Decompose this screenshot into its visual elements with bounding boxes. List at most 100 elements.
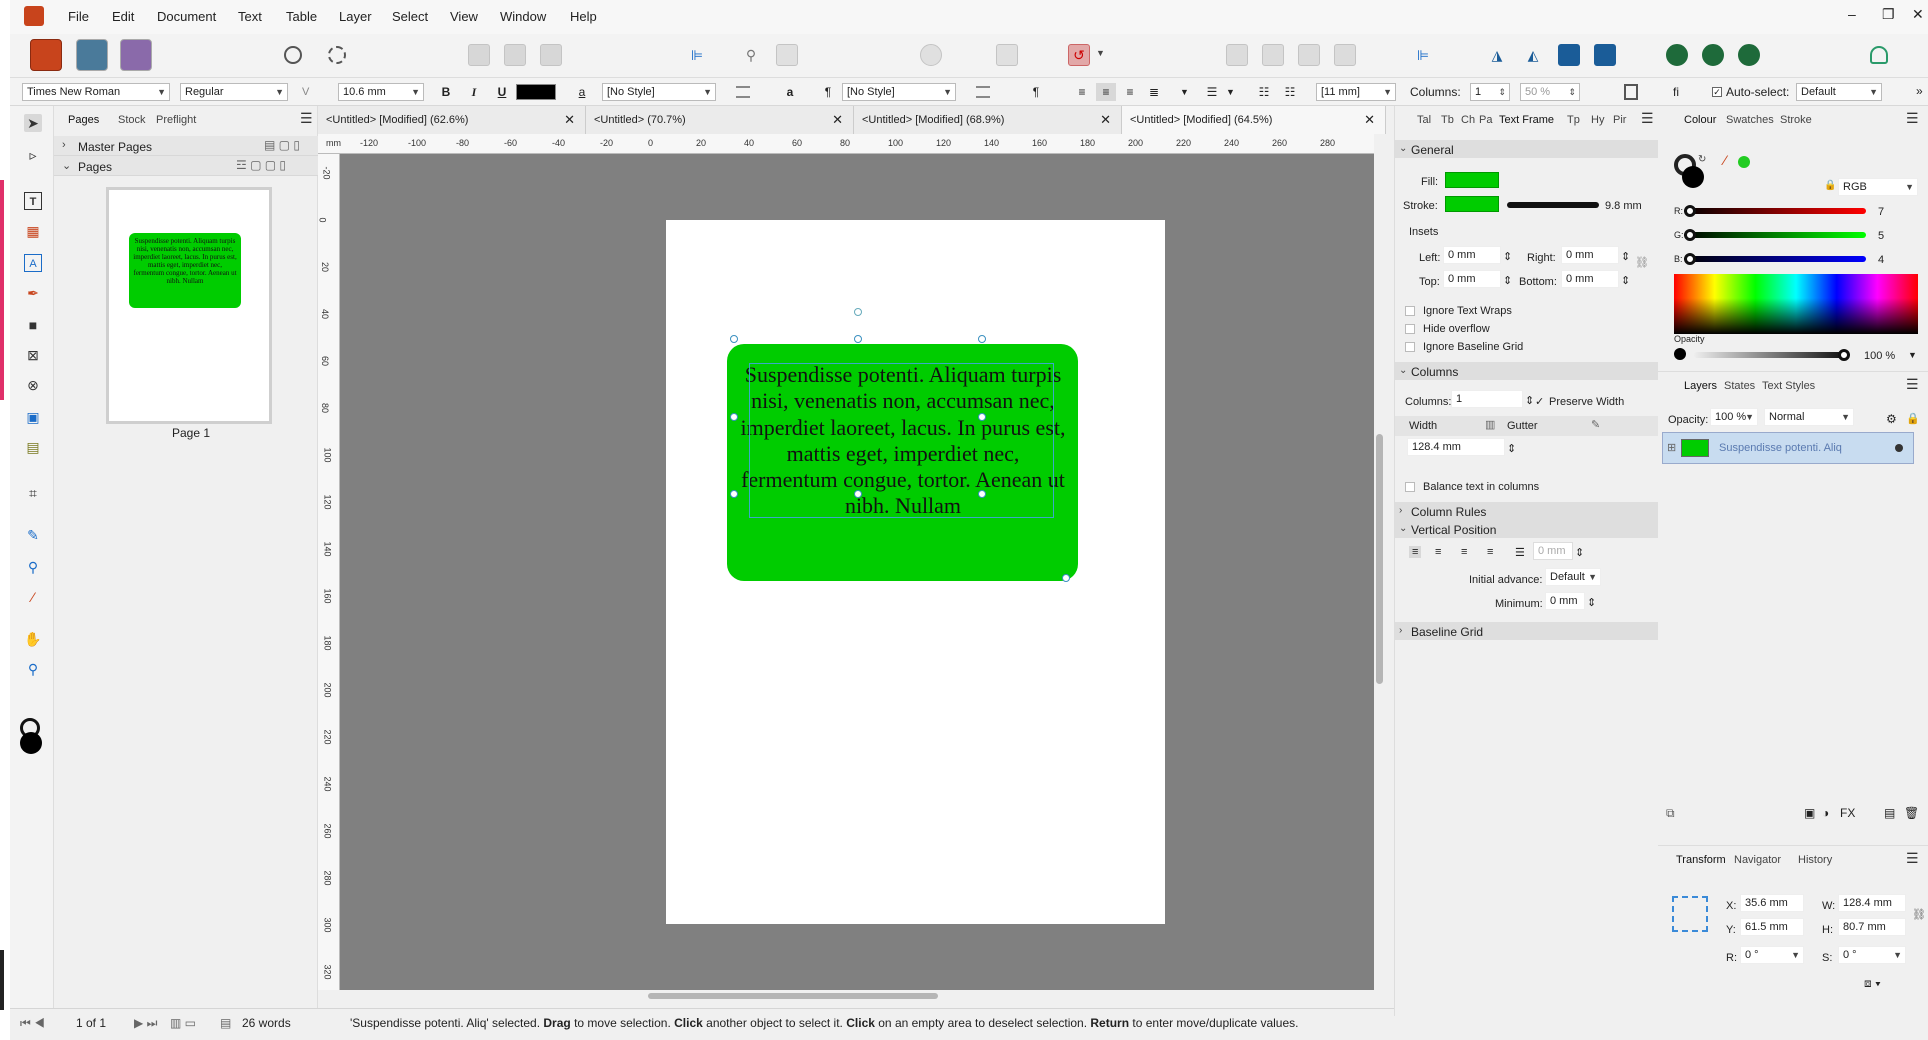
font-style-select[interactable]: Regular ▼ [180, 83, 288, 101]
tab-stroke[interactable]: Stroke [1780, 114, 1812, 126]
user-account-icon[interactable] [1870, 46, 1888, 64]
font-family-select[interactable]: Times New Roman ▼ [22, 83, 170, 101]
fill-colour-well[interactable] [1682, 166, 1704, 188]
layer-name[interactable]: Suspendisse potenti. Aliq [1719, 442, 1842, 454]
menu-table[interactable]: Table [286, 9, 317, 24]
photo-persona-icon[interactable] [120, 39, 152, 71]
leading-select[interactable]: [11 mm] ▼ [1316, 83, 1396, 101]
align-left-icon[interactable]: ⊫ [686, 44, 708, 66]
r-value[interactable]: 7 [1878, 206, 1884, 218]
handle-bottom-left[interactable] [730, 490, 738, 498]
panel-menu-icon[interactable]: ☰ [1641, 110, 1654, 127]
tab-colour[interactable]: Colour [1684, 114, 1716, 126]
bold-button[interactable]: B [436, 83, 456, 101]
y-field[interactable]: 61.5 mm [1740, 918, 1804, 936]
fill-swatch-icon[interactable] [20, 732, 42, 754]
opacity-slider[interactable] [1694, 352, 1844, 358]
page-thumbnail[interactable]: Suspendisse potenti. Aliquam turpis nisi… [106, 187, 272, 424]
panel-menu-icon[interactable]: ☰ [1906, 110, 1919, 127]
menu-layer[interactable]: Layer [339, 9, 372, 24]
red-slider[interactable] [1684, 208, 1866, 214]
tab-layers[interactable]: Layers [1684, 380, 1717, 392]
lock-icon[interactable]: 🔒 [1824, 180, 1836, 191]
expand-layer-icon[interactable]: ⊞ [1667, 441, 1676, 454]
stroke-width-slider[interactable] [1507, 202, 1599, 208]
handle-mid-right[interactable] [978, 413, 986, 421]
hand-tool-icon[interactable]: ✋ [24, 630, 42, 648]
align-middle-icon[interactable]: ≡ [1435, 546, 1441, 558]
stepper-icon[interactable]: ⇕ [1621, 250, 1630, 263]
arrange-backward-icon[interactable] [1262, 44, 1284, 66]
tab-hy[interactable]: Hy [1591, 114, 1604, 126]
hide-overflow-checkbox[interactable] [1405, 324, 1415, 334]
stepper-icon[interactable]: ⇕ [1525, 394, 1534, 407]
stepper-icon[interactable]: ⇕ [1575, 546, 1584, 559]
minimize-button[interactable]: – [1848, 6, 1856, 22]
panel-menu-icon[interactable]: ☰ [1906, 376, 1919, 393]
boolean-intersect-icon[interactable] [1738, 44, 1760, 66]
auto-select-checkbox[interactable]: ✓ [1712, 87, 1722, 97]
text-wrap-icon[interactable] [776, 44, 798, 66]
tab-tal[interactable]: Tal [1417, 114, 1431, 126]
ignore-text-wraps-checkbox[interactable] [1405, 306, 1415, 316]
arrange-back-icon[interactable] [1226, 44, 1248, 66]
layer-visibility-dot[interactable] [1895, 444, 1903, 452]
layer-opacity-select[interactable]: 100 % ▼ [1710, 408, 1758, 426]
ignore-baseline-grid-checkbox[interactable] [1405, 342, 1415, 352]
frame-text-tool-icon[interactable]: T [24, 192, 42, 210]
stepper-icon[interactable]: ⇕ [1503, 274, 1512, 287]
master-page-icons[interactable]: ▤ ▢ ▯ [264, 138, 300, 152]
vertical-align-icon[interactable]: ☰ [1202, 83, 1222, 101]
colour-picker-icon[interactable]: ⁄ [1724, 152, 1726, 168]
justify-text-icon[interactable]: ≣ [1144, 83, 1164, 101]
align-center-text-icon[interactable]: ≡ [1096, 83, 1116, 101]
link-frames-icon[interactable]: ↺ [1068, 44, 1090, 66]
stepper-icon[interactable]: ⇕ [1503, 250, 1512, 263]
tab-history[interactable]: History [1798, 854, 1832, 866]
close-tab-icon[interactable]: ✕ [832, 112, 843, 128]
menu-window[interactable]: Window [500, 9, 546, 24]
menu-document[interactable]: Document [157, 9, 216, 24]
align-bottom-icon[interactable]: ≡ [1461, 546, 1467, 558]
colour-model-select[interactable]: RGB ▼ [1838, 178, 1918, 196]
horizontal-scroll-thumb[interactable] [648, 993, 938, 999]
close-tab-icon[interactable]: ✕ [1100, 112, 1111, 128]
italic-button[interactable]: I [464, 83, 484, 101]
fill-tool-icon[interactable]: ⚲ [24, 558, 42, 576]
handle-mid-left[interactable] [730, 413, 738, 421]
text-colour-swatch[interactable] [516, 84, 556, 100]
edit-gutter-icon[interactable]: ✎ [1591, 418, 1600, 431]
flip-horizontal-icon[interactable]: ◮ [1486, 44, 1508, 66]
pilcrow-icon[interactable]: ¶ [818, 83, 838, 101]
horizontal-scrollbar[interactable] [318, 990, 1386, 1002]
table-tool-icon[interactable]: ▦ [24, 222, 42, 240]
close-tab-icon[interactable]: ✕ [564, 112, 575, 128]
tab-states[interactable]: States [1724, 380, 1755, 392]
tab-navigator[interactable]: Navigator [1734, 854, 1781, 866]
x-field[interactable]: 35.6 mm [1740, 894, 1804, 912]
place-document-tool-icon[interactable]: ▤ [24, 438, 42, 456]
corner-radius-handle[interactable] [1062, 574, 1070, 582]
view-mode-clip-icon[interactable] [540, 44, 562, 66]
tab-pir[interactable]: Pir [1613, 114, 1626, 126]
align-right-text-icon[interactable]: ≡ [1120, 83, 1140, 101]
stepper-icon[interactable]: ⇕ [1587, 596, 1596, 609]
numbering-icon[interactable]: ☷ [1280, 83, 1300, 101]
top-inset-field[interactable]: 0 mm [1443, 270, 1501, 288]
link-insets-icon[interactable]: ⛓ [1635, 256, 1649, 269]
next-page-icon[interactable]: ▶ ⏭ [134, 1016, 157, 1031]
panel-menu-icon[interactable]: ☰ [1906, 850, 1919, 867]
view-mode-normal-icon[interactable] [468, 44, 490, 66]
document-tab-3[interactable]: <Untitled> [Modified] (68.9%) ✕ [854, 106, 1122, 134]
rotate-right-icon[interactable] [1594, 44, 1616, 66]
arrange-front-icon[interactable] [1334, 44, 1356, 66]
font-traits-icon[interactable]: V [302, 86, 309, 98]
blue-slider-knob[interactable] [1684, 253, 1696, 265]
minimum-field[interactable]: 0 mm [1545, 592, 1585, 610]
green-slider-knob[interactable] [1684, 229, 1696, 241]
handle-bottom-right[interactable] [978, 490, 986, 498]
column-rules-section-header[interactable]: › Column Rules [1395, 502, 1659, 520]
underline-button[interactable]: U [492, 83, 512, 101]
layer-row[interactable]: ⊞ Suspendisse potenti. Aliq [1662, 432, 1914, 464]
mask-icon[interactable]: ▣ [1804, 806, 1815, 820]
